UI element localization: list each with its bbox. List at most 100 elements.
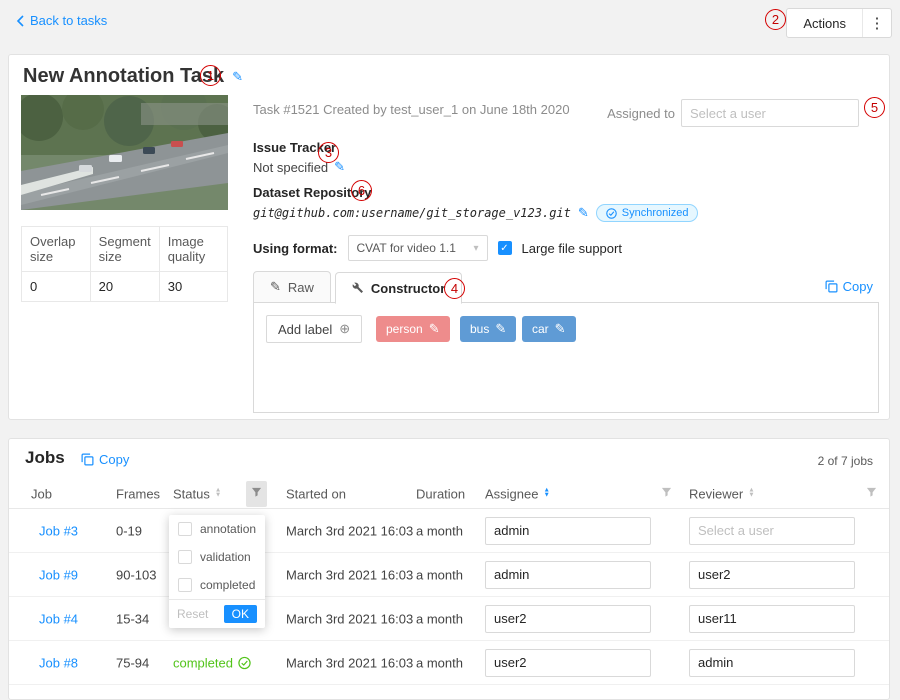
task-details-card: New Annotation Task ✎ (8, 54, 890, 420)
checkbox[interactable] (178, 550, 192, 564)
status-check-icon (238, 656, 251, 669)
label-chip-car[interactable]: car ✎ (522, 316, 576, 342)
actions-button[interactable]: Actions ⋮ (786, 8, 892, 38)
job-link[interactable]: Job #4 (39, 611, 78, 626)
label-chip-person[interactable]: person ✎ (376, 316, 450, 342)
jobs-table-header: Job Frames Status ▲▼ Started on Duration… (9, 479, 889, 509)
col-started: Started on (286, 486, 346, 501)
status-cell: completed (173, 655, 251, 670)
checkbox[interactable] (178, 522, 192, 536)
wrench-icon (352, 282, 364, 294)
assignee-input[interactable] (485, 517, 651, 545)
sync-badge-label: Synchronized (622, 207, 689, 219)
sync-status-badge[interactable]: Synchronized (596, 204, 699, 222)
issue-tracker-value: Not specified (253, 160, 328, 175)
callout-3: 3 (318, 142, 339, 163)
sort-icon[interactable]: ▲▼ (215, 489, 221, 499)
back-to-tasks-link[interactable]: Back to tasks (16, 13, 107, 28)
filter-ok-button[interactable]: OK (224, 605, 257, 623)
checkbox[interactable] (178, 578, 192, 592)
format-select-value: CVAT for video 1.1 (357, 241, 456, 255)
col-assignee[interactable]: Assignee ▲▼ (485, 486, 550, 501)
label-name: bus (470, 322, 489, 336)
sort-icon[interactable]: ▲▼ (543, 489, 549, 499)
edit-issue-tracker-icon[interactable]: ✎ (334, 159, 345, 175)
assigned-to-label: Assigned to (595, 106, 675, 121)
job-link[interactable]: Job #3 (39, 523, 78, 538)
check-circle-icon (606, 208, 617, 219)
param-value-overlap: 0 (22, 272, 91, 302)
frames-cell: 0-19 (116, 523, 142, 538)
filter-option-label: completed (200, 578, 255, 592)
copy-labels-label: Copy (843, 279, 873, 294)
duration-cell: a month (416, 567, 463, 582)
label-name: person (386, 322, 423, 336)
status-filter-funnel-icon[interactable] (246, 481, 267, 507)
copy-icon (81, 453, 94, 466)
assignee-select-input[interactable] (681, 99, 859, 127)
param-header-segment: Segment size (90, 227, 159, 272)
filter-option-validation[interactable]: validation (169, 543, 265, 571)
param-value-quality: 30 (159, 272, 227, 302)
chevron-left-icon (16, 15, 24, 27)
col-job: Job (31, 486, 52, 501)
copy-jobs-label: Copy (99, 452, 129, 467)
reviewer-input[interactable] (689, 561, 855, 589)
edit-repository-icon[interactable]: ✎ (578, 205, 589, 221)
reviewer-input[interactable] (689, 649, 855, 677)
jobs-title: Jobs (25, 448, 65, 468)
assignee-input[interactable] (485, 561, 651, 589)
status-filter-dropdown: annotation validation completed Reset OK (169, 515, 265, 628)
table-row: Job #3 0-19 March 3rd 2021 16:03 a month (9, 509, 889, 553)
started-cell: March 3rd 2021 16:03 (286, 655, 413, 670)
filter-option-completed[interactable]: completed (169, 571, 265, 599)
label-chip-bus[interactable]: bus ✎ (460, 316, 516, 342)
callout-2: 2 (765, 9, 786, 30)
job-link[interactable]: Job #8 (39, 655, 78, 670)
col-reviewer[interactable]: Reviewer ▲▼ (689, 486, 755, 501)
filter-option-annotation[interactable]: annotation (169, 515, 265, 543)
dataset-repository-url: git@github.com:username/git_storage_v123… (253, 206, 571, 220)
task-meta-text: Task #1521 Created by test_user_1 on Jun… (253, 102, 570, 117)
actions-label: Actions (787, 16, 862, 31)
edit-title-icon[interactable]: ✎ (232, 69, 243, 85)
started-cell: March 3rd 2021 16:03 (286, 567, 413, 582)
task-preview-image (21, 95, 228, 210)
reviewer-filter-funnel-icon[interactable] (866, 485, 877, 503)
frames-cell: 75-94 (116, 655, 149, 670)
col-frames: Frames (116, 486, 160, 501)
back-to-tasks-label: Back to tasks (30, 13, 107, 28)
edit-label-icon[interactable]: ✎ (429, 321, 440, 337)
duration-cell: a month (416, 655, 463, 670)
add-label-text: Add label (278, 322, 332, 337)
callout-5: 5 (864, 97, 885, 118)
add-label-button[interactable]: Add label ⊕ (266, 315, 362, 343)
started-cell: March 3rd 2021 16:03 (286, 523, 413, 538)
col-status[interactable]: Status ▲▼ (173, 486, 221, 501)
copy-labels-link[interactable]: Copy (825, 279, 873, 294)
edit-label-icon[interactable]: ✎ (495, 321, 506, 337)
edit-label-icon[interactable]: ✎ (555, 321, 566, 337)
reviewer-input[interactable] (689, 605, 855, 633)
sort-icon[interactable]: ▲▼ (748, 489, 754, 499)
assignee-filter-funnel-icon[interactable] (661, 485, 672, 503)
assignee-input[interactable] (485, 649, 651, 677)
tab-raw-label: Raw (288, 280, 314, 295)
param-value-segment: 20 (90, 272, 159, 302)
jobs-count: 2 of 7 jobs (818, 454, 873, 468)
copy-jobs-link[interactable]: Copy (81, 452, 129, 467)
job-link[interactable]: Job #9 (39, 567, 78, 582)
tab-raw[interactable]: ✎ Raw (253, 271, 331, 303)
format-select[interactable]: CVAT for video 1.1 ▾ (348, 235, 488, 261)
filter-reset-button[interactable]: Reset (177, 607, 208, 621)
reviewer-input[interactable] (689, 517, 855, 545)
label-name: car (532, 322, 549, 336)
kebab-menu-icon[interactable]: ⋮ (863, 14, 891, 32)
assignee-input[interactable] (485, 605, 651, 633)
task-params-table: Overlap size Segment size Image quality … (21, 226, 228, 302)
callout-6: 6 (351, 180, 372, 201)
chevron-down-icon: ▾ (473, 243, 478, 254)
param-header-overlap: Overlap size (22, 227, 91, 272)
large-file-checkbox[interactable]: ✓ (498, 241, 512, 255)
filter-option-label: annotation (200, 522, 256, 536)
